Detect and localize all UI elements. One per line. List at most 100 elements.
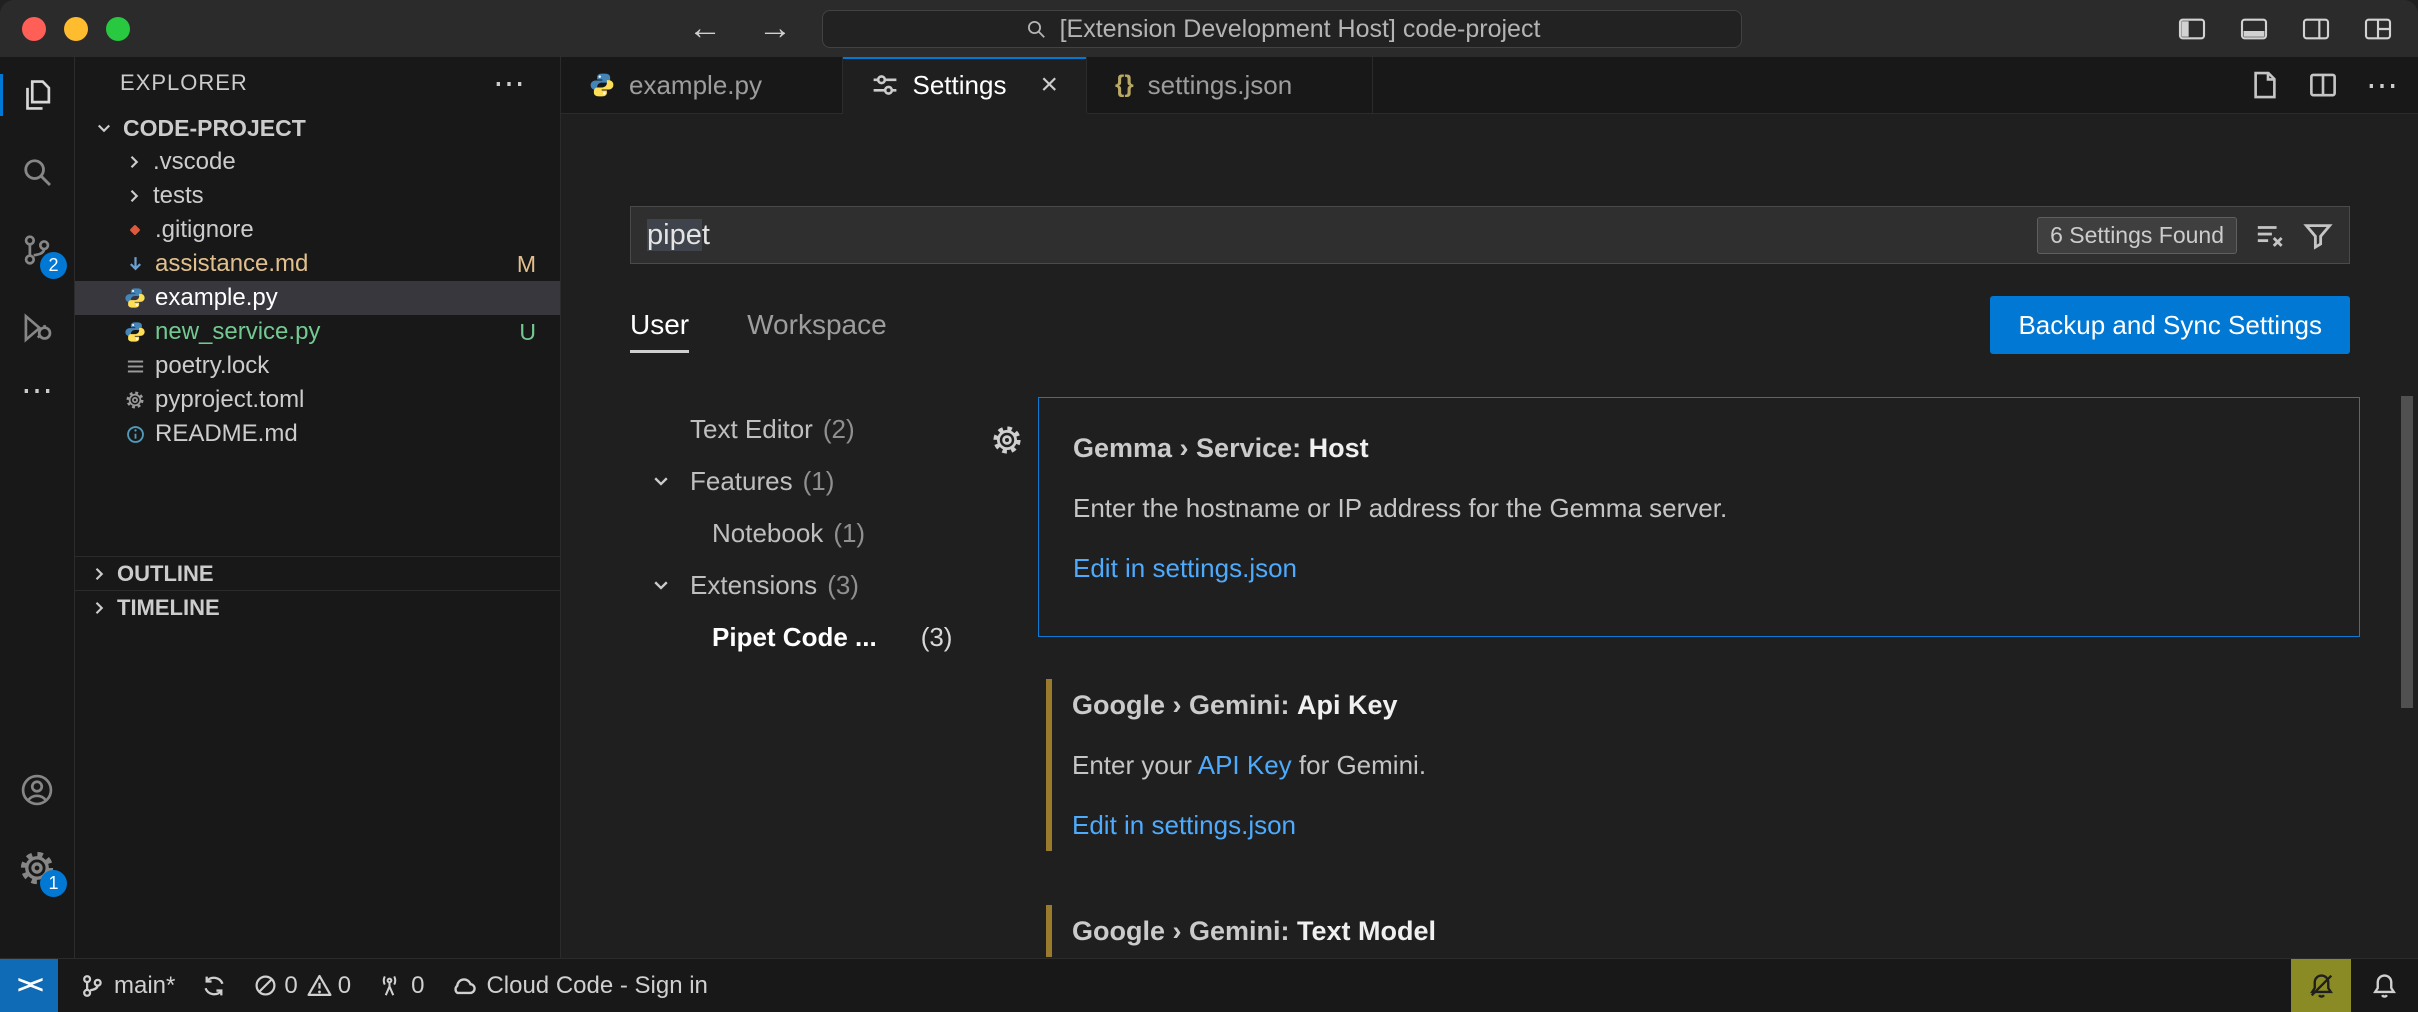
settings-list: Gemma › Service: Host Enter the hostname… bbox=[1038, 397, 2418, 958]
close-tab-icon[interactable]: × bbox=[1040, 70, 1058, 100]
activity-settings[interactable]: 1 bbox=[0, 838, 74, 898]
more-icon: ⋯ bbox=[21, 374, 53, 406]
tree-item-new-service-py[interactable]: new_service.py U bbox=[75, 315, 560, 349]
setting-gemma-service-host[interactable]: Gemma › Service: Host Enter the hostname… bbox=[1038, 397, 2360, 637]
api-key-link[interactable]: API Key bbox=[1198, 750, 1292, 780]
close-window-button[interactable] bbox=[22, 17, 46, 41]
zoom-window-button[interactable] bbox=[106, 17, 130, 41]
tree-item-assistance-md[interactable]: assistance.md M bbox=[75, 247, 560, 281]
settings-editor: pipet 6 Settings Found User Workspace Ba… bbox=[561, 114, 2418, 958]
git-branch-icon bbox=[79, 973, 105, 999]
account-icon bbox=[18, 771, 56, 809]
info-icon bbox=[119, 424, 151, 445]
editor-tabs: example.py × Settings × {} settings.json… bbox=[561, 57, 2418, 114]
open-settings-json-icon[interactable] bbox=[2250, 70, 2280, 100]
activity-accounts[interactable] bbox=[0, 760, 74, 820]
activity-more[interactable]: ⋯ bbox=[0, 360, 74, 420]
toggle-primary-sidebar-icon[interactable] bbox=[2176, 13, 2208, 45]
status-bar: >< main* 0 0 0 Cloud Code - Sign in bbox=[0, 958, 2418, 1012]
tab-settings[interactable]: Settings × bbox=[843, 57, 1087, 113]
bell-slash-icon bbox=[2308, 972, 2335, 999]
sync-changes-status[interactable] bbox=[188, 959, 240, 1012]
setting-google-gemini-text-model[interactable]: Google › Gemini: Text Model bbox=[1038, 897, 2360, 958]
vscode-window: ← → [Extension Development Host] code-pr… bbox=[0, 0, 2418, 1012]
section-timeline[interactable]: TIMELINE bbox=[75, 590, 560, 624]
tree-item-vscode[interactable]: .vscode bbox=[75, 145, 560, 179]
chevron-down-icon bbox=[650, 470, 690, 492]
layout-controls bbox=[2176, 0, 2394, 57]
settings-scrollbar[interactable] bbox=[2401, 396, 2413, 708]
search-query: pipet bbox=[647, 219, 710, 252]
run-debug-icon bbox=[18, 309, 56, 347]
edit-in-settings-json-link[interactable]: Edit in settings.json bbox=[1073, 553, 1297, 583]
back-icon[interactable]: ← bbox=[688, 9, 722, 48]
clear-settings-search-icon[interactable] bbox=[2255, 220, 2285, 250]
backup-sync-settings-button[interactable]: Backup and Sync Settings bbox=[1990, 296, 2350, 354]
python-file-icon bbox=[119, 287, 151, 309]
remote-indicator[interactable]: >< bbox=[0, 959, 58, 1012]
activity-source-control[interactable]: 2 bbox=[0, 220, 74, 280]
settings-sliders-icon bbox=[871, 71, 899, 99]
tree-item-readme-md[interactable]: README.md bbox=[75, 417, 560, 451]
scope-tab-workspace[interactable]: Workspace bbox=[747, 294, 887, 356]
files-icon bbox=[18, 76, 56, 114]
scope-tab-user[interactable]: User bbox=[630, 294, 689, 356]
activity-explorer[interactable] bbox=[0, 65, 74, 125]
toggle-secondary-sidebar-icon[interactable] bbox=[2300, 13, 2332, 45]
setting-google-gemini-api-key[interactable]: Google › Gemini: Api Key Enter your API … bbox=[1038, 671, 2360, 863]
toggle-panel-icon[interactable] bbox=[2238, 13, 2270, 45]
toc-notebook[interactable]: Notebook (1) bbox=[561, 507, 1038, 559]
tree-item-pyproject-toml[interactable]: pyproject.toml bbox=[75, 383, 560, 417]
edit-in-settings-json-link[interactable]: Edit in settings.json bbox=[1072, 810, 1296, 840]
activity-search[interactable] bbox=[0, 142, 74, 202]
setting-actions-gear-icon[interactable] bbox=[991, 424, 1023, 456]
activity-bar: 2 ⋯ 1 bbox=[0, 57, 75, 958]
cloud-icon bbox=[450, 972, 477, 999]
toc-pipet-code[interactable]: Pipet Code ... (3) bbox=[561, 611, 1038, 663]
setting-title: Google › Gemini: Api Key bbox=[1072, 683, 2320, 727]
remote-icon: >< bbox=[17, 971, 40, 1000]
warnings-icon bbox=[307, 973, 332, 998]
command-center-search[interactable]: [Extension Development Host] code-projec… bbox=[822, 10, 1742, 48]
minimize-window-button[interactable] bbox=[64, 17, 88, 41]
more-actions-icon[interactable]: ⋯ bbox=[2366, 69, 2398, 101]
python-file-icon bbox=[589, 72, 615, 98]
window-controls bbox=[22, 17, 130, 41]
tab-settings-json[interactable]: {} settings.json × bbox=[1087, 57, 1373, 113]
problems-status[interactable]: 0 0 bbox=[240, 959, 364, 1012]
explorer-more-actions-icon[interactable]: ⋯ bbox=[493, 67, 526, 99]
notifications-status[interactable] bbox=[2351, 959, 2418, 1012]
tree-root-code-project[interactable]: CODE-PROJECT bbox=[75, 111, 560, 145]
git-branch-status[interactable]: main* bbox=[66, 959, 188, 1012]
toc-text-editor[interactable]: Text Editor (2) bbox=[561, 403, 1038, 455]
tree-item-example-py[interactable]: example.py bbox=[75, 281, 560, 315]
setting-description: Enter your API Key for Gemini. bbox=[1072, 743, 2320, 787]
cloud-code-status[interactable]: Cloud Code - Sign in bbox=[437, 959, 720, 1012]
tab-example-py[interactable]: example.py × bbox=[561, 57, 843, 113]
customize-layout-icon[interactable] bbox=[2362, 13, 2394, 45]
settings-search-input[interactable]: pipet 6 Settings Found bbox=[630, 206, 2350, 264]
tree-item-tests[interactable]: tests bbox=[75, 179, 560, 213]
filter-settings-icon[interactable] bbox=[2303, 220, 2333, 250]
window-title: [Extension Development Host] code-projec… bbox=[1060, 15, 1541, 44]
settings-scope-row: User Workspace Backup and Sync Settings bbox=[630, 294, 2350, 356]
activity-run-debug[interactable] bbox=[0, 298, 74, 358]
errors-icon bbox=[253, 973, 278, 998]
ports-status[interactable]: 0 bbox=[364, 959, 437, 1012]
setting-title: Gemma › Service: Host bbox=[1073, 426, 2319, 470]
toc-features[interactable]: Features (1) bbox=[561, 455, 1038, 507]
notifications-muted-indicator[interactable] bbox=[2291, 959, 2351, 1012]
forward-icon[interactable]: → bbox=[758, 9, 792, 48]
section-outline[interactable]: OUTLINE bbox=[75, 556, 560, 590]
git-file-icon bbox=[119, 220, 151, 240]
toc-extensions[interactable]: Extensions (3) bbox=[561, 559, 1038, 611]
scm-changes-badge: 2 bbox=[40, 252, 67, 279]
chevron-down-icon bbox=[650, 574, 690, 596]
gear-icon bbox=[119, 390, 151, 410]
tree-item-poetry-lock[interactable]: poetry.lock bbox=[75, 349, 560, 383]
chevron-right-icon bbox=[89, 598, 109, 618]
split-editor-icon[interactable] bbox=[2308, 70, 2338, 100]
explorer-title: EXPLORER bbox=[120, 70, 248, 96]
tree-item-gitignore[interactable]: .gitignore bbox=[75, 213, 560, 247]
chevron-right-icon bbox=[89, 564, 109, 584]
